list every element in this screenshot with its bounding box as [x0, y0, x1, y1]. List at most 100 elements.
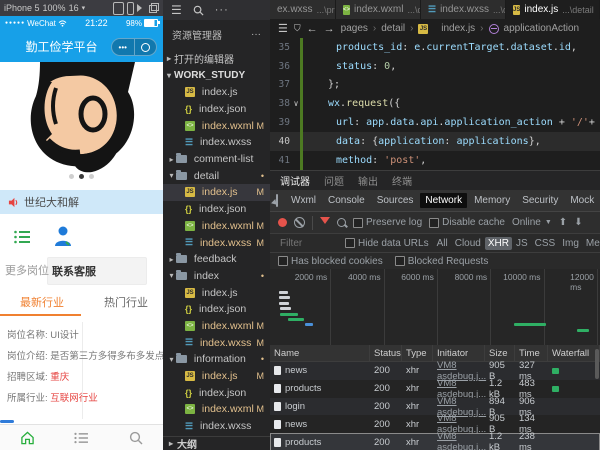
initiator-link[interactable]: VM8 asdebug.j...: [437, 431, 486, 450]
tree-file-index.js[interactable]: JS index.js: [163, 284, 270, 301]
tree-file-index.wxss[interactable]: ☰ index.wxss: [163, 418, 270, 435]
request-row-products[interactable]: products200xhrVM8 asdebug.j...1.2 kB238 …: [270, 433, 600, 450]
tree-folder-information[interactable]: ▾ information•: [163, 351, 270, 368]
filter-funnel-icon[interactable]: [320, 217, 330, 229]
devtools-tab-security[interactable]: Security: [517, 193, 563, 208]
devtools-tab-sources[interactable]: Sources: [372, 193, 419, 208]
phone-icon[interactable]: [113, 2, 124, 15]
throttling-select[interactable]: Online ▼: [512, 217, 552, 228]
zoom-selector[interactable]: 100%: [43, 3, 66, 13]
more-menu-icon[interactable]: •••: [112, 39, 134, 55]
tab-home[interactable]: [0, 425, 54, 450]
tree-file-index.js[interactable]: JS index.jsM: [163, 184, 270, 201]
network-overview-timeline[interactable]: 2000 ms4000 ms6000 ms8000 ms10000 ms1200…: [270, 269, 600, 346]
contact-service-label[interactable]: 联系客服: [52, 263, 96, 279]
explorer-more-icon[interactable]: ···: [251, 29, 261, 40]
outline-list-icon[interactable]: ☰: [278, 22, 288, 35]
import-har-icon[interactable]: ⬆: [559, 217, 567, 228]
workspace-root[interactable]: ▾ WORK_STUDY: [163, 67, 270, 84]
devtools-tab-memory[interactable]: Memory: [469, 193, 515, 208]
filter-pill-img[interactable]: Img: [559, 237, 582, 250]
code-line-35[interactable]: 35products_id: e.currentTarget.dataset.i…: [270, 38, 600, 57]
tree-file-index.wxss[interactable]: ☰ index.wxssM: [163, 234, 270, 251]
scrollbar-thumb[interactable]: [595, 349, 599, 379]
export-har-icon[interactable]: ⬇: [574, 217, 582, 228]
menu-icon[interactable]: ☰: [171, 3, 182, 17]
tree-folder-comment-list[interactable]: ▸ comment-list: [163, 151, 270, 168]
tree-file-index.json[interactable]: {} index.json: [163, 384, 270, 401]
filter-pill-js[interactable]: JS: [513, 237, 531, 250]
tree-file-index.wxml[interactable]: <> index.wxmlM: [163, 218, 270, 235]
job-field-value[interactable]: 互联网行业: [50, 393, 98, 404]
clear-button[interactable]: [294, 217, 305, 228]
column-header-type[interactable]: Type: [402, 345, 433, 361]
battery-icon[interactable]: [127, 2, 134, 15]
banner-carousel[interactable]: [0, 62, 163, 186]
column-header-status[interactable]: Status: [370, 345, 402, 361]
tree-file-index.json[interactable]: {} index.json: [163, 301, 270, 318]
filter-pill-css[interactable]: CSS: [532, 237, 559, 250]
breadcrumb-item[interactable]: index.js: [441, 23, 475, 34]
filter-pill-all[interactable]: All: [434, 237, 451, 250]
tree-file-index.wxml[interactable]: <> index.wxmlM: [163, 401, 270, 418]
tab-latest-industry[interactable]: 最新行业: [20, 294, 64, 310]
code-editor[interactable]: 35products_id: e.currentTarget.dataset.i…: [270, 38, 600, 170]
request-row-news[interactable]: news200xhrVM8 asdebug.j...905 B134 ms: [270, 415, 600, 433]
column-header-size[interactable]: Size: [485, 345, 515, 361]
tree-folder-detail[interactable]: ▾ detail•: [163, 167, 270, 184]
tree-file-index.json[interactable]: {} index.json: [163, 101, 270, 118]
exit-icon[interactable]: [134, 39, 157, 55]
code-line-39[interactable]: 39url: app.data.api.application_action +…: [270, 113, 600, 132]
tab-jobs[interactable]: [54, 425, 108, 450]
job-card[interactable]: 岗位名称: UI设计岗位介绍: 是否第三方多得多布多发点招聘区域: 重庆所属行业…: [0, 318, 163, 424]
more-icon[interactable]: ···: [215, 4, 229, 16]
code-line-36[interactable]: 36status: 0,: [270, 57, 600, 76]
device-selector[interactable]: iPhone 5: [4, 3, 40, 13]
record-button[interactable]: [278, 218, 287, 227]
network-selector[interactable]: 16: [69, 3, 79, 13]
tree-file-index.wxss[interactable]: ☰ index.wxssM: [163, 334, 270, 351]
filter-input[interactable]: [278, 237, 340, 250]
code-line-38[interactable]: 38∨wx.request({: [270, 94, 600, 113]
customer-service-person-icon[interactable]: [54, 226, 72, 248]
bookmark-icon[interactable]: ⛉: [294, 23, 301, 34]
panel-tab-调试器[interactable]: 调试器: [280, 171, 310, 191]
panel-tab-问题[interactable]: 问题: [324, 171, 344, 190]
breadcrumb-item[interactable]: detail: [381, 23, 405, 34]
column-header-time[interactable]: Time: [515, 345, 548, 361]
devtools-tab-mock[interactable]: Mock: [565, 193, 599, 208]
tree-file-index.js[interactable]: JS index.js: [163, 84, 270, 101]
code-line-37[interactable]: 37};: [270, 76, 600, 95]
column-header-initiator[interactable]: Initiator: [433, 345, 485, 361]
breadcrumb-item[interactable]: pages: [341, 23, 368, 34]
editor-tab-index.wxml[interactable]: <>index.wxml...\detail: [336, 0, 421, 19]
inspect-element-icon[interactable]: [276, 194, 278, 207]
open-editors-section[interactable]: ▸ 打开的编辑器: [163, 50, 270, 67]
filter-pill-xhr[interactable]: XHR: [485, 237, 512, 250]
search-icon[interactable]: [193, 5, 204, 16]
search-icon[interactable]: [337, 218, 346, 227]
tab-search[interactable]: [109, 425, 163, 450]
job-list-icon[interactable]: [14, 230, 30, 244]
tab-hot-industry[interactable]: 热门行业: [104, 294, 148, 310]
filter-pill-cloud[interactable]: Cloud: [452, 237, 484, 250]
devtools-tab-network[interactable]: Network: [420, 193, 467, 208]
devtools-tab-wxml[interactable]: Wxml: [286, 193, 321, 208]
windows-icon[interactable]: [149, 3, 159, 13]
tree-folder-feedback[interactable]: ▸ feedback: [163, 251, 270, 268]
blocked-requests-checkbox[interactable]: Blocked Requests: [395, 256, 489, 267]
filter-pill-media[interactable]: Media: [583, 237, 600, 250]
tree-file-index.json[interactable]: {} index.json: [163, 201, 270, 218]
panel-tab-输出[interactable]: 输出: [358, 171, 378, 190]
editor-tab-index.wxss[interactable]: ☰index.wxss...\detail: [421, 0, 506, 19]
more-jobs-label[interactable]: 更多岗位: [5, 262, 49, 278]
has-blocked-cookies-checkbox[interactable]: Has blocked cookies: [278, 256, 383, 267]
tree-folder-index[interactable]: ▾ index•: [163, 268, 270, 285]
tree-file-index.wxss[interactable]: ☰ index.wxss: [163, 134, 270, 151]
volume-icon[interactable]: [137, 4, 146, 12]
request-row-news[interactable]: news200xhrVM8 asdebug.j...905 B327 ms: [270, 362, 600, 380]
tree-file-index.wxml[interactable]: <> index.wxmlM: [163, 318, 270, 335]
column-header-name[interactable]: Name: [270, 345, 370, 361]
editor-tab-ex.wxss[interactable]: ex.wxss...\product: [270, 0, 336, 19]
devtools-tab-console[interactable]: Console: [323, 193, 370, 208]
